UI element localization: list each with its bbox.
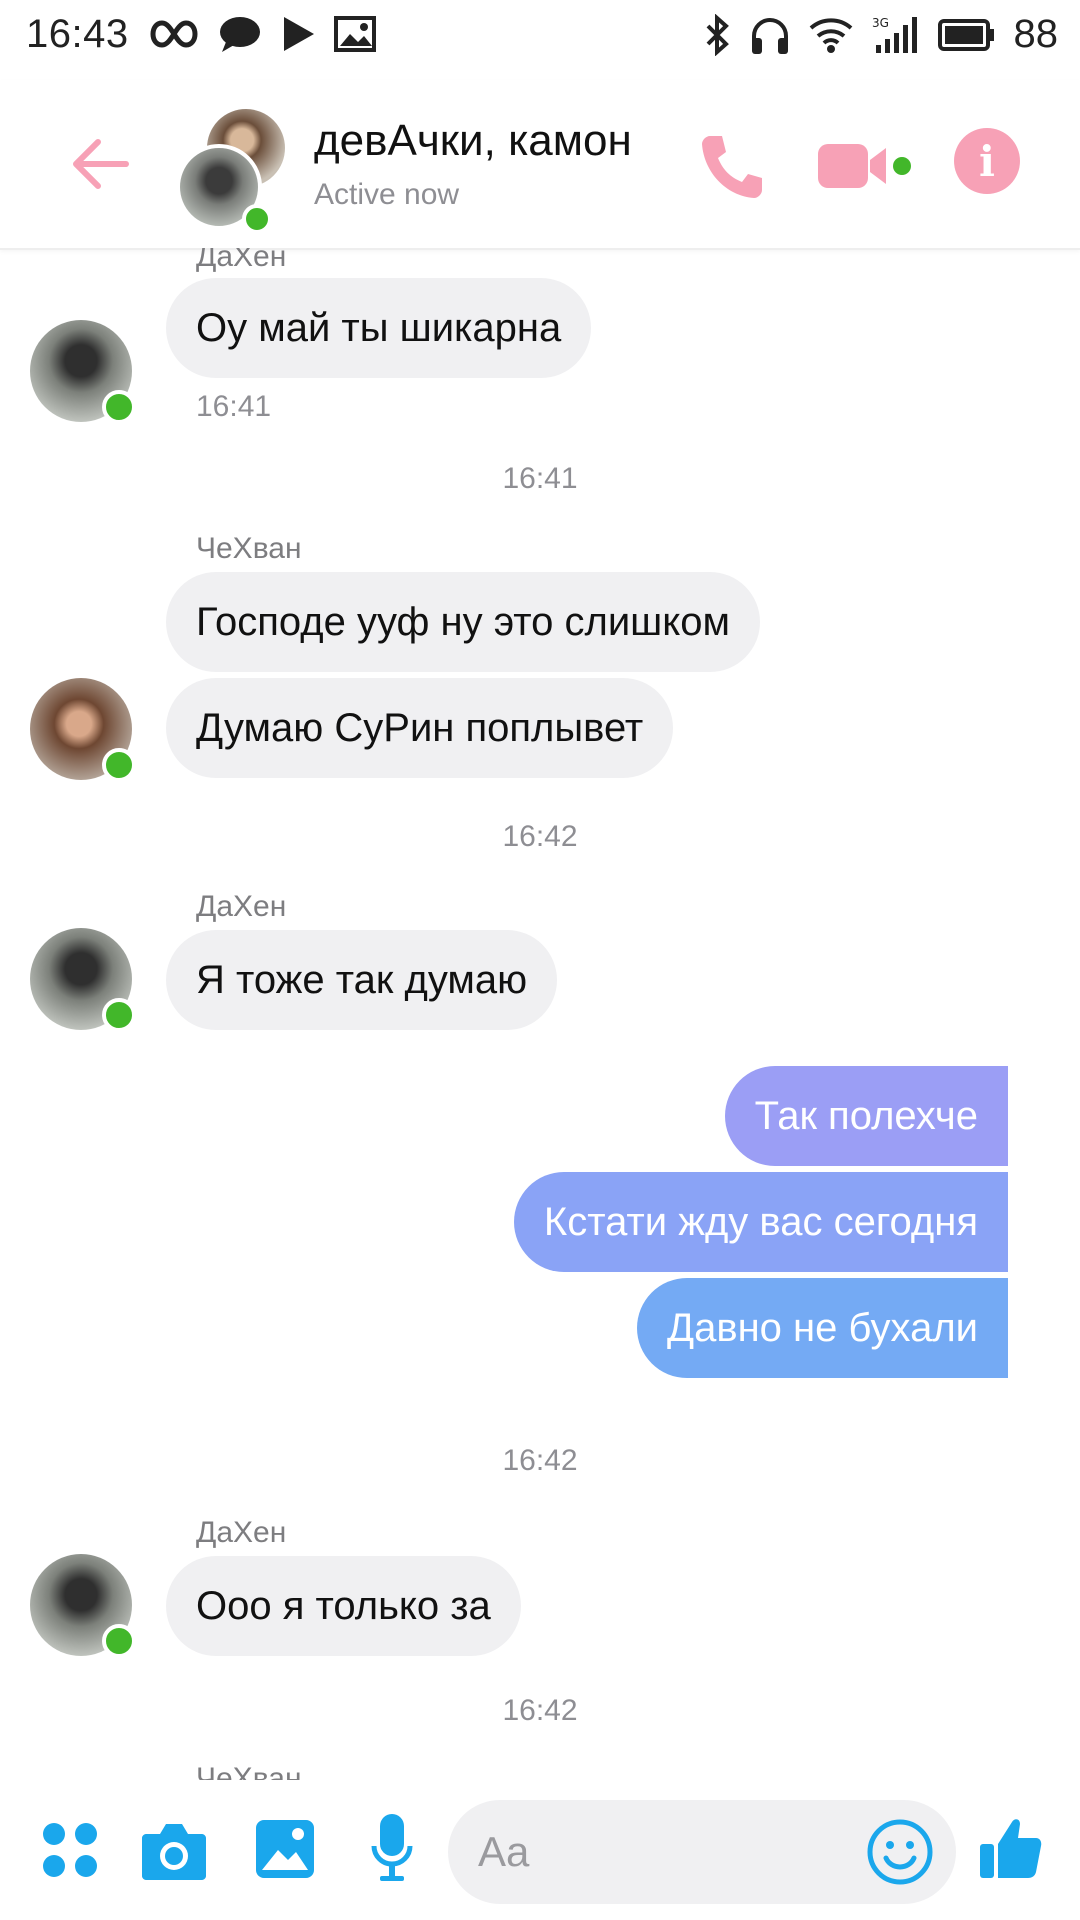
- outgoing-message[interactable]: Так полехче: [724, 1066, 1008, 1166]
- back-arrow-icon[interactable]: [68, 132, 132, 196]
- chat-header: девАчки, камон Active now i: [0, 80, 1080, 250]
- timestamp-divider: 16:42: [502, 1694, 578, 1727]
- message-list[interactable]: ДаХен Оу май ты шикарна 16:41 16:41 ЧеХв…: [0, 248, 1080, 1780]
- play-icon: [284, 17, 314, 51]
- message-input-placeholder: Aa: [478, 1828, 530, 1875]
- gallery-icon[interactable]: [254, 1818, 316, 1880]
- incoming-message[interactable]: Оу май ты шикарна: [166, 278, 592, 378]
- sender-name: ДаХен: [196, 890, 287, 923]
- thumbs-up-icon[interactable]: [978, 1814, 1044, 1882]
- wifi-icon: [809, 17, 852, 53]
- active-status: Active now: [314, 178, 460, 211]
- online-indicator: [102, 1624, 136, 1658]
- video-camera-icon[interactable]: [816, 136, 912, 196]
- microphone-icon[interactable]: [370, 1812, 414, 1886]
- online-indicator: [102, 748, 136, 782]
- chat-bubble-icon: [220, 17, 260, 52]
- status-system-icons: 3G 88: [704, 12, 1059, 57]
- incoming-message[interactable]: Господе ууф ну это слишком: [166, 572, 760, 672]
- message-input[interactable]: Aa: [448, 1800, 956, 1904]
- timestamp-divider: 16:42: [502, 820, 578, 853]
- message-composer: Aa: [0, 1780, 1080, 1920]
- headphones-icon: [751, 17, 788, 54]
- battery-percent: 88: [1013, 12, 1059, 56]
- incoming-message[interactable]: Ооо я только за: [166, 1556, 521, 1656]
- online-indicator: [102, 998, 136, 1032]
- message-time: 16:41: [196, 390, 272, 423]
- status-bar: 16:43 3G 88: [0, 0, 1080, 78]
- status-time: 16:43: [26, 12, 129, 56]
- camera-icon[interactable]: [140, 1820, 208, 1882]
- timestamp-divider: 16:41: [502, 462, 578, 495]
- battery-icon: [937, 18, 994, 51]
- online-indicator: [102, 390, 136, 424]
- timestamp-divider: 16:42: [502, 1444, 578, 1477]
- signal-icon: 3G: [872, 16, 917, 53]
- sender-name: ДаХен: [196, 248, 287, 273]
- info-icon[interactable]: i: [954, 128, 1020, 194]
- chat-title[interactable]: девАчки, камон: [314, 116, 632, 166]
- incoming-message[interactable]: Думаю СуРин поплывет: [166, 678, 674, 778]
- outgoing-message[interactable]: Кстати жду вас сегодня: [513, 1172, 1008, 1272]
- apps-grid-icon[interactable]: [40, 1820, 100, 1880]
- online-indicator: [242, 204, 272, 234]
- emoji-icon[interactable]: [866, 1818, 934, 1886]
- outgoing-message[interactable]: Давно не бухали: [637, 1278, 1008, 1378]
- incoming-message[interactable]: Я тоже так думаю: [166, 930, 558, 1030]
- sender-name: ЧеХван: [196, 532, 302, 565]
- sender-name: ЧеХван: [196, 1762, 302, 1780]
- bluetooth-icon: [706, 13, 729, 56]
- phone-icon[interactable]: [696, 130, 768, 202]
- infinity-icon: [150, 20, 198, 48]
- image-icon: [334, 16, 376, 52]
- sender-name: ДаХен: [196, 1516, 287, 1549]
- status-notification-icons: [148, 14, 376, 54]
- group-avatar[interactable]: [176, 106, 288, 234]
- network-type-label: 3G: [872, 16, 889, 30]
